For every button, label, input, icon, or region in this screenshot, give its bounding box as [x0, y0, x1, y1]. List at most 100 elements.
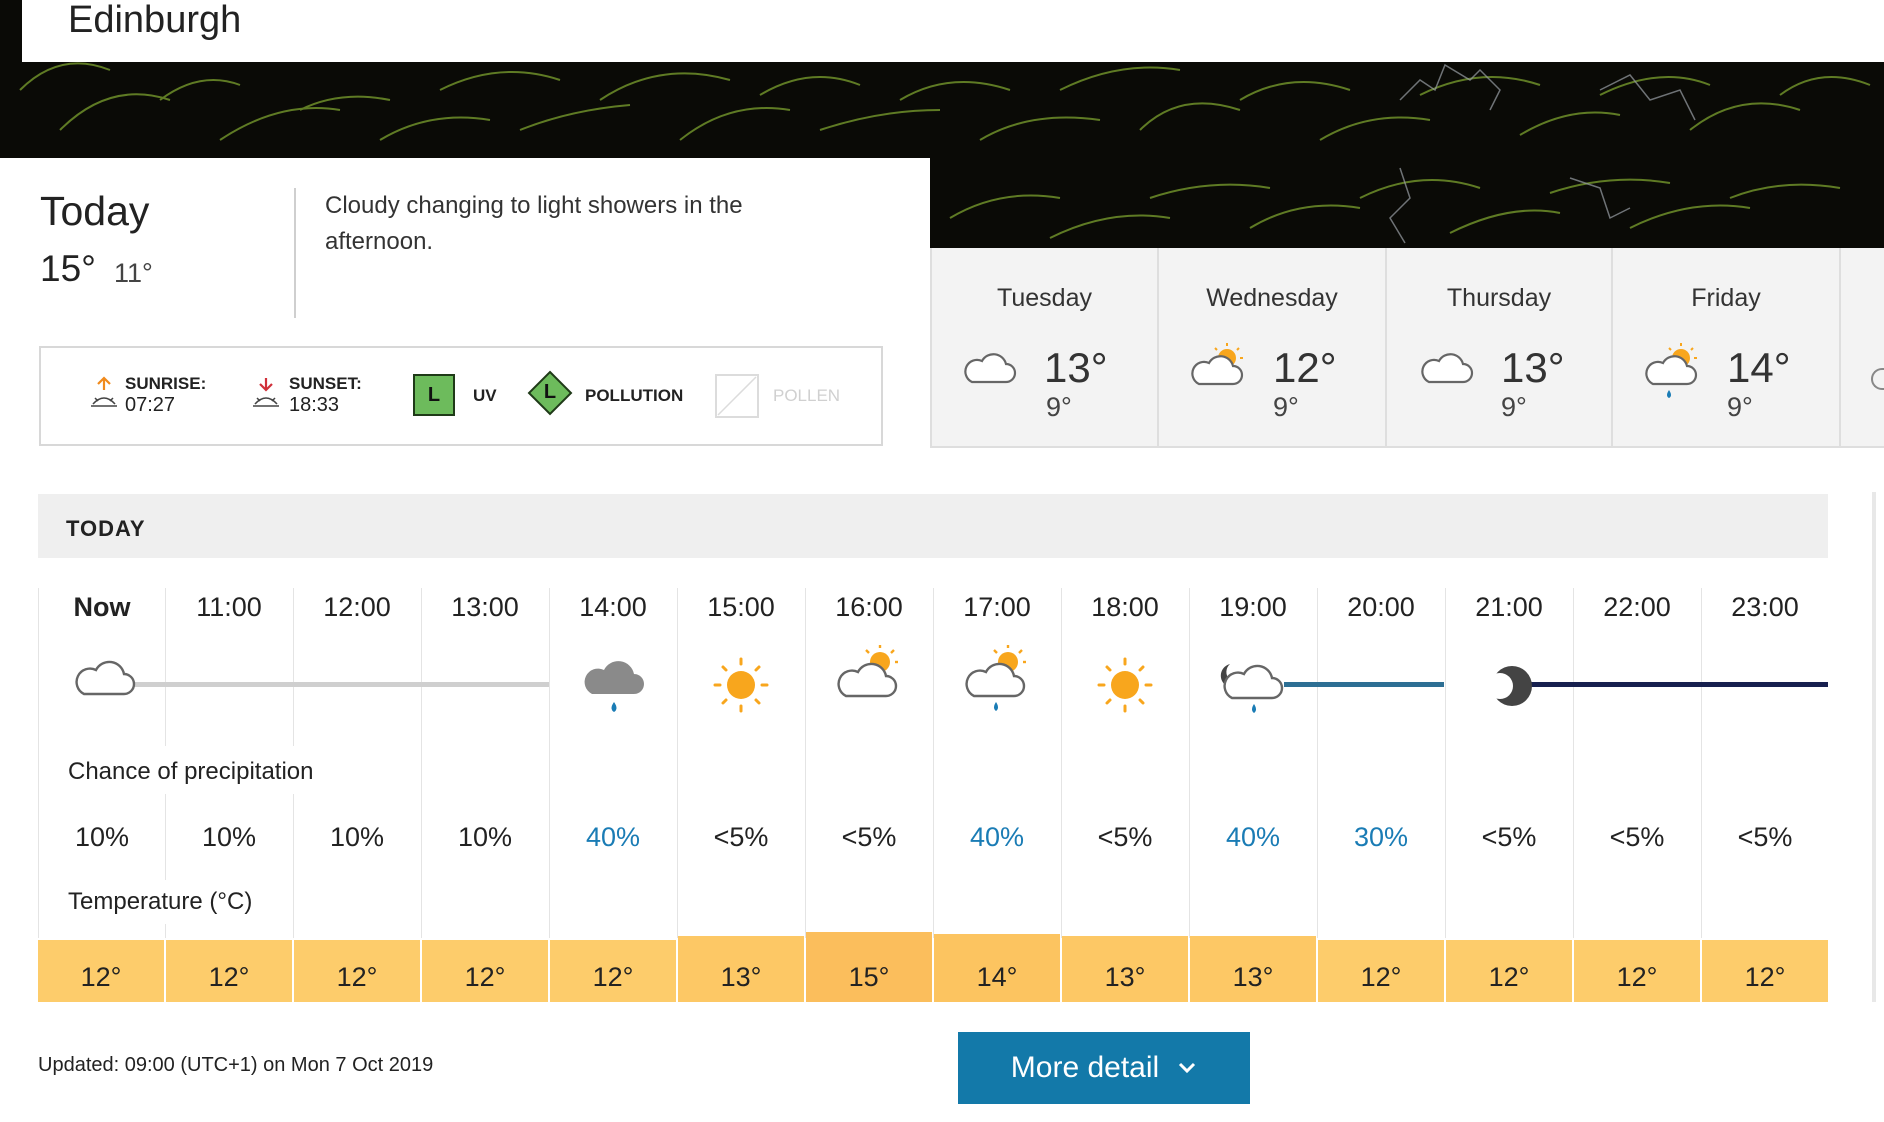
today-low-temp: 11°: [114, 258, 153, 288]
temp-cell: 13°: [678, 936, 804, 1002]
temp-cell: 12°: [166, 940, 292, 1002]
temp-cell: 13°: [1062, 936, 1188, 1002]
sunrise-time: 07:27: [125, 394, 176, 416]
weather-continues-line: [1284, 682, 1444, 687]
sunset-label: SUNSET:: [289, 374, 362, 393]
day-high-temp: 14°: [1727, 344, 1791, 391]
uv-level-badge[interactable]: L: [413, 374, 455, 416]
day-high-temp: 13°: [1501, 344, 1565, 391]
hour-label: 13:00: [451, 592, 519, 622]
light-shower-day-icon: [962, 644, 1032, 723]
day-name: Thursday: [1446, 284, 1552, 312]
day-low-temp: 9°: [1501, 392, 1527, 422]
today-title: Today: [40, 188, 150, 234]
hour-label: 11:00: [196, 592, 262, 622]
day-card-next[interactable]: [1841, 248, 1884, 448]
light-shower-night-icon: [1210, 656, 1290, 725]
today-high-temp: 15°: [40, 248, 96, 289]
sunset-time: 18:33: [289, 394, 340, 416]
precip-chance: <5%: [713, 822, 769, 852]
column-divider: [549, 588, 550, 938]
temp-cell: 14°: [934, 934, 1060, 1002]
day-high-temp: 12°: [1273, 344, 1337, 391]
weather-continues-line: [1530, 682, 1828, 687]
hour-now: Now: [73, 592, 131, 622]
location-title: Edinburgh: [68, 0, 242, 41]
hour-label: 22:00: [1603, 592, 1671, 622]
pollution-level-badge[interactable]: L: [527, 370, 573, 416]
day-name: Tuesday: [997, 284, 1092, 312]
wind-map-background: [930, 158, 1884, 248]
clear-night-icon: [1486, 662, 1534, 715]
hour-label: 18:00: [1091, 592, 1159, 622]
sun-icon: [712, 656, 770, 719]
day-card-friday[interactable]: Friday 14° 9°: [1613, 248, 1841, 448]
day-low-temp: 9°: [1727, 392, 1753, 422]
column-divider: [677, 588, 678, 938]
cloud-icon: [1417, 348, 1475, 393]
temp-cell: 12°: [38, 940, 164, 1002]
precipitation-row-label: Chance of precipitation: [68, 758, 314, 785]
column-divider: [38, 588, 39, 938]
pollen-empty-icon: [715, 374, 759, 423]
sunrise-icon: [89, 374, 119, 419]
column-divider: [1317, 588, 1318, 938]
temp-cell: 12°: [550, 940, 676, 1002]
precip-chance: 10%: [74, 822, 130, 852]
day-card-thursday[interactable]: Thursday 13° 9°: [1387, 248, 1613, 448]
precip-chance: 40%: [969, 822, 1025, 852]
pollen-label[interactable]: POLLEN: [773, 386, 840, 406]
more-detail-button[interactable]: More detail: [958, 1032, 1250, 1104]
sun-uv-pollution-panel: SUNRISE: 07:27 SUNSET: 18:33 L UV L POLL…: [39, 346, 883, 446]
pollution-level: L: [543, 381, 557, 403]
temp-cell: 12°: [1446, 940, 1572, 1002]
cloud-icon: [960, 348, 1018, 393]
sun-icon: [1096, 656, 1154, 719]
uv-label[interactable]: UV: [473, 386, 497, 406]
day-card-wednesday[interactable]: Wednesday 12° 9°: [1159, 248, 1387, 448]
column-divider: [1701, 588, 1702, 938]
precip-chance: 10%: [201, 822, 257, 852]
hour-label: 20:00: [1347, 592, 1415, 622]
hour-label: 12:00: [323, 592, 391, 622]
precip-chance: <5%: [841, 822, 897, 852]
day-card-tuesday[interactable]: Tuesday 13° 9°: [930, 248, 1159, 448]
column-divider: [1189, 588, 1190, 938]
day-low-temp: 9°: [1046, 392, 1072, 422]
heavy-shower-icon: [580, 654, 648, 725]
hour-label: 17:00: [963, 592, 1031, 622]
chevron-down-icon: [1179, 1062, 1196, 1074]
day-name: Friday: [1691, 284, 1761, 312]
temp-cell: 13°: [1190, 936, 1316, 1002]
sunrise-label: SUNRISE:: [125, 374, 207, 393]
temp-cell: 15°: [806, 932, 932, 1002]
precip-chance: <5%: [1097, 822, 1153, 852]
precip-chance: <5%: [1737, 822, 1793, 852]
hour-label: 15:00: [707, 592, 775, 622]
more-detail-label: More detail: [1010, 1051, 1160, 1084]
horizontal-scroll-indicator[interactable]: [1872, 492, 1876, 1002]
cloud-icon: [72, 656, 138, 705]
temp-cell: 12°: [1318, 940, 1444, 1002]
temperature-row-label: Temperature (°C): [68, 888, 253, 915]
weather-continues-line: [134, 682, 549, 687]
precip-chance: 10%: [457, 822, 513, 852]
column-divider: [933, 588, 934, 938]
column-divider: [1573, 588, 1574, 938]
last-updated-text: Updated: 09:00 (UTC+1) on Mon 7 Oct 2019: [38, 1054, 434, 1076]
sunny-intervals-icon: [1189, 342, 1249, 395]
precip-chance: 40%: [585, 822, 641, 852]
temp-cell: 12°: [294, 940, 420, 1002]
sunset-icon: [251, 374, 281, 419]
day-low-temp: 9°: [1273, 392, 1299, 422]
light-shower-day-icon: [1643, 342, 1703, 409]
column-divider: [805, 588, 806, 938]
hour-label: 21:00: [1475, 592, 1543, 622]
day-name: Wednesday: [1206, 284, 1338, 312]
temp-cell: 12°: [1574, 940, 1700, 1002]
hourly-section-title: TODAY: [66, 516, 146, 541]
column-divider: [1445, 588, 1446, 938]
precip-chance: <5%: [1609, 822, 1665, 852]
precip-chance: 40%: [1225, 822, 1281, 852]
pollution-label[interactable]: POLLUTION: [585, 386, 683, 406]
